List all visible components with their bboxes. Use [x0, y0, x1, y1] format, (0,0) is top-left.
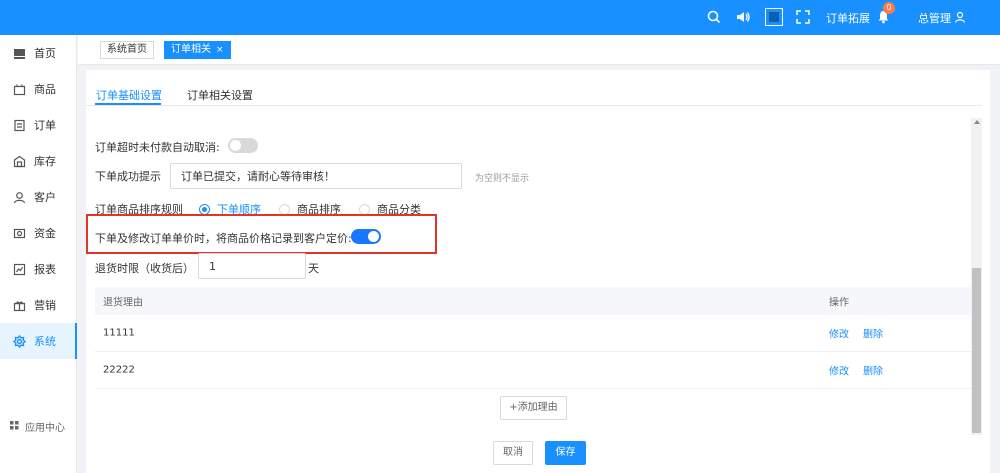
sidebar-item-system[interactable]: 系统: [0, 323, 77, 359]
table-row: 22222 修改 删除: [95, 352, 971, 389]
app-center-link[interactable]: 应用中心: [10, 419, 65, 434]
table-row: 11111 修改 删除: [95, 315, 971, 352]
report-icon: [12, 262, 26, 276]
marketing-icon: [12, 298, 26, 312]
sidebar: 首页 商品 订单 库存 客户 资金 报表 营销 系统 应用中心: [0, 35, 77, 473]
edit-link[interactable]: 修改: [829, 363, 849, 378]
tab-label: 系统首页: [107, 44, 147, 55]
sidebar-item-customer[interactable]: 客户: [0, 179, 77, 215]
order-icon: [12, 118, 26, 132]
delete-link[interactable]: 删除: [863, 326, 883, 341]
user-icon[interactable]: [952, 9, 968, 25]
tab-divider: [86, 105, 982, 106]
tab-order-basic-settings[interactable]: 订单基础设置: [96, 87, 162, 103]
tab-order-settings[interactable]: 订单相关 ×: [164, 41, 231, 59]
theme-icon[interactable]: [765, 8, 783, 26]
reprice-label: 下单及修改订单单价时，将商品价格记录到客户定价:: [95, 232, 352, 245]
scrollbar[interactable]: [971, 118, 982, 435]
timeout-cancel-label: 订单超时未付款自动取消:: [95, 141, 220, 154]
add-reason-button[interactable]: +添加理由: [500, 396, 567, 420]
home-icon: [12, 46, 26, 60]
sidebar-item-order[interactable]: 订单: [0, 107, 77, 143]
inventory-icon: [12, 154, 26, 168]
fund-icon: [12, 226, 26, 240]
return-period-unit: 天: [308, 262, 319, 275]
success-tip-label: 下单成功提示: [95, 170, 161, 183]
radio-dot: [199, 203, 210, 215]
reason-cell: 22222: [103, 364, 135, 376]
edit-link[interactable]: 修改: [829, 326, 849, 341]
system-icon: [12, 334, 26, 348]
header-actions: 操作: [829, 297, 849, 309]
tab-label: 订单相关: [171, 44, 211, 55]
top-header: 订单拓展 0 总管理: [0, 0, 1000, 35]
sidebar-item-home[interactable]: 首页: [0, 35, 77, 71]
cancel-button[interactable]: 取消: [493, 441, 533, 465]
goods-icon: [12, 82, 26, 96]
radio-dot: [359, 203, 370, 215]
settings-card: 订单基础设置 订单相关设置 订单超时未付款自动取消: 下单成功提示 为空则不显示…: [86, 70, 990, 473]
sidebar-item-report[interactable]: 报表: [0, 251, 77, 287]
scroll-up-icon[interactable]: [974, 120, 980, 124]
return-period-label: 退货时限（收货后）: [95, 262, 194, 275]
app-center-label: 应用中心: [25, 423, 65, 434]
sidebar-item-goods[interactable]: 商品: [0, 71, 77, 107]
user-name[interactable]: 总管理: [918, 10, 951, 26]
tab-system-home[interactable]: 系统首页: [100, 41, 154, 59]
page-tabs-bar: 系统首页 订单相关 ×: [78, 35, 1000, 65]
fullscreen-icon[interactable]: [795, 9, 811, 25]
sidebar-item-label: 报表: [34, 263, 56, 276]
customer-icon: [12, 190, 26, 204]
reason-cell: 11111: [103, 327, 135, 339]
grid-icon: [10, 420, 19, 433]
success-tip-input[interactable]: [170, 163, 462, 189]
scroll-thumb[interactable]: [972, 268, 981, 433]
sidebar-item-label: 营销: [34, 299, 56, 312]
sidebar-item-marketing[interactable]: 营销: [0, 287, 77, 323]
header-reason: 退货理由: [103, 297, 143, 309]
table-header: 退货理由 操作: [95, 287, 971, 315]
sidebar-item-label: 系统: [34, 335, 56, 348]
close-icon[interactable]: ×: [216, 45, 224, 55]
volume-icon[interactable]: [735, 9, 751, 25]
delete-link[interactable]: 删除: [863, 363, 883, 378]
sidebar-item-label: 库存: [34, 155, 56, 168]
switch-system-link[interactable]: 订单拓展: [826, 10, 870, 26]
timeout-cancel-switch[interactable]: [228, 138, 258, 153]
return-period-input[interactable]: [198, 253, 306, 279]
sidebar-item-inventory[interactable]: 库存: [0, 143, 77, 179]
sidebar-item-label: 首页: [34, 47, 56, 60]
save-button[interactable]: 保存: [545, 441, 586, 465]
search-icon[interactable]: [706, 9, 722, 25]
sidebar-item-label: 订单: [34, 119, 56, 132]
sidebar-item-label: 客户: [34, 191, 56, 204]
sidebar-item-fund[interactable]: 资金: [0, 215, 77, 251]
tab-order-related-settings[interactable]: 订单相关设置: [187, 87, 253, 103]
reprice-switch[interactable]: [351, 229, 381, 244]
success-tip-hint: 为空则不显示: [475, 174, 530, 184]
notification-badge: 0: [883, 2, 895, 14]
radio-dot: [279, 203, 290, 215]
sidebar-item-label: 商品: [34, 83, 56, 96]
sidebar-item-label: 资金: [34, 227, 56, 240]
